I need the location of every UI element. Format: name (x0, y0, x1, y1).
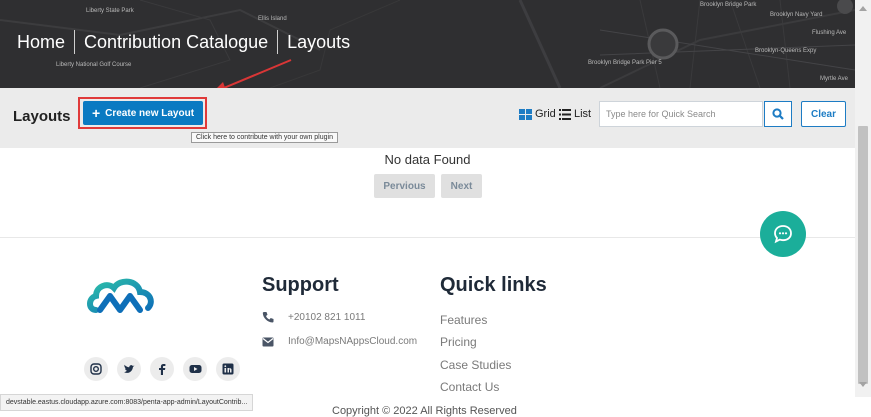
previous-page-button[interactable]: Pervious (374, 174, 435, 198)
scrollbar-thumb[interactable] (858, 126, 868, 384)
list-icon (559, 108, 571, 120)
instagram-link[interactable] (84, 357, 108, 381)
search-button[interactable] (764, 101, 792, 127)
support-email[interactable]: Info@MapsNAppsCloud.com (262, 336, 417, 347)
map-label: Liberty State Park (86, 8, 134, 14)
scroll-up-icon[interactable] (859, 6, 867, 11)
breadcrumb-contribution-catalogue[interactable]: Contribution Catalogue (84, 32, 268, 53)
next-page-button[interactable]: Next (441, 174, 482, 198)
quick-link-pricing[interactable]: Pricing (440, 335, 477, 349)
youtube-icon (189, 365, 201, 373)
instagram-icon (90, 363, 102, 375)
list-label: List (574, 108, 592, 120)
quick-link-case-studies[interactable]: Case Studies (440, 358, 511, 372)
search-icon (772, 108, 784, 120)
quick-link-contact-us[interactable]: Contact Us (440, 380, 499, 394)
breadcrumb-separator (74, 30, 76, 54)
map-label: Liberty National Golf Course (56, 62, 132, 68)
breadcrumb-separator (277, 30, 279, 54)
annotation-arrow-icon (217, 59, 292, 88)
quick-link-features[interactable]: Features (440, 313, 487, 327)
grid-label: Grid (535, 108, 556, 120)
breadcrumb: Home Contribution Catalogue Layouts (17, 30, 350, 54)
vertical-scrollbar[interactable] (855, 0, 871, 397)
breadcrumb-home[interactable]: Home (17, 32, 65, 53)
quick-search-input[interactable] (599, 101, 763, 127)
chat-button[interactable] (760, 211, 806, 257)
facebook-link[interactable] (150, 357, 174, 381)
phone-icon (262, 312, 274, 323)
quick-links-heading: Quick links (440, 274, 547, 296)
breadcrumb-layouts: Layouts (287, 31, 351, 52)
map-label: Myrtle Ave (820, 76, 848, 82)
youtube-link[interactable] (183, 357, 207, 381)
create-button-tooltip: Click here to contribute with your own p… (191, 132, 338, 143)
phone-number: +20102 821 1011 (288, 311, 366, 323)
empty-state-message: No data Found (384, 152, 471, 167)
chat-icon (774, 225, 792, 244)
layouts-toolbar: Layouts + Create new Layout Click here t… (0, 88, 855, 148)
map-label: Flushing Ave (812, 30, 847, 36)
plus-icon: + (91, 105, 101, 121)
scroll-down-icon[interactable] (859, 382, 867, 387)
linkedin-link[interactable] (216, 357, 240, 381)
footer-divider (0, 237, 855, 238)
list-view-toggle[interactable]: List (559, 108, 591, 120)
browser-status-bar: devstable.eastus.cloudapp.azure.com:8083… (0, 394, 254, 411)
create-new-layout-button[interactable]: + Create new Layout (83, 101, 203, 125)
map-label: Ellis Island (258, 16, 287, 22)
support-phone[interactable]: +20102 821 1011 (262, 311, 365, 323)
clear-button[interactable]: Clear (801, 101, 846, 127)
page-title: Layouts (13, 108, 71, 125)
grid-icon (519, 108, 532, 120)
copyright-text: Copyright © 2022 All Rights Reserved (332, 405, 517, 417)
map-label: Brooklyn Bridge Park Pier 5 (588, 60, 662, 66)
map-label: Brooklyn Bridge Park (700, 2, 757, 8)
create-button-label: Create new Layout (105, 107, 195, 119)
linkedin-icon (222, 363, 234, 375)
twitter-icon (124, 364, 135, 373)
brand-logo (87, 278, 154, 313)
support-heading: Support (262, 274, 339, 296)
email-address: Info@MapsNAppsCloud.com (288, 336, 418, 347)
twitter-link[interactable] (117, 357, 141, 381)
map-label: Brooklyn-Queens Expy (755, 48, 817, 54)
map-label: Brooklyn Navy Yard (770, 12, 823, 18)
social-links (84, 357, 240, 381)
grid-view-toggle[interactable]: Grid (519, 108, 556, 120)
facebook-icon (159, 364, 166, 375)
hero-banner: Brooklyn Bridge Park Brooklyn Navy Yard … (0, 0, 855, 88)
envelope-icon (262, 337, 274, 346)
